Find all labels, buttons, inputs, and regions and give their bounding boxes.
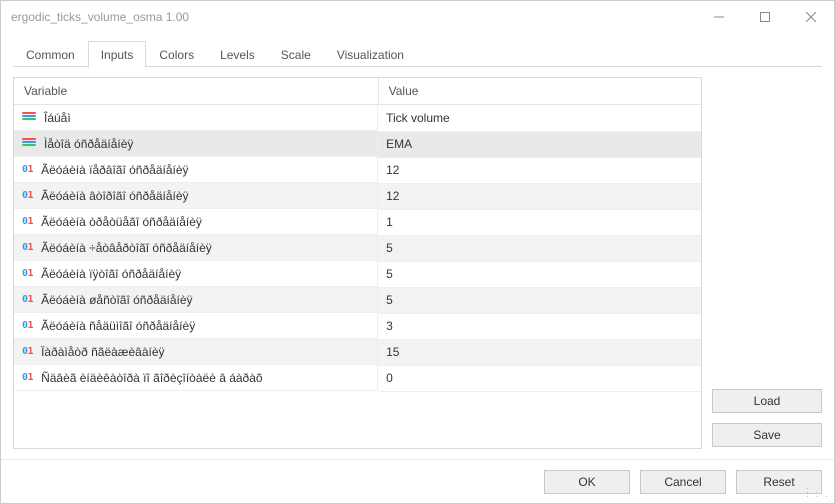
number-icon: 01 bbox=[22, 216, 33, 227]
variable-cell[interactable]: 01 Ãëóáèíà ïÿòîãî óñðåäíåíèÿ bbox=[14, 261, 378, 287]
parameters-table-wrap: Variable Value ÎáúåìTick volumeÌåòîä óñð… bbox=[13, 77, 702, 449]
enum-icon bbox=[22, 112, 36, 124]
table-row[interactable]: 01 Ãëóáèíà øåñòîãî óñðåäíåíèÿ 5 bbox=[14, 287, 701, 313]
enum-icon bbox=[22, 138, 36, 150]
variable-label: Ìåòîä óñðåäíåíèÿ bbox=[44, 137, 133, 151]
client-area: CommonInputsColorsLevelsScaleVisualizati… bbox=[1, 33, 834, 459]
variable-label: Ãëóáèíà ïåðâîãî óñðåäíåíèÿ bbox=[41, 163, 188, 177]
column-header-variable[interactable]: Variable bbox=[14, 78, 378, 105]
variable-label: Ãëóáèíà ÷åòâåðòîãî óñðåäíåíèÿ bbox=[41, 241, 212, 255]
minimize-button[interactable] bbox=[696, 1, 742, 33]
variable-cell[interactable]: 01 Ñäâèã èíäèêàòîðà ïî ãîðèçîíòàëè â áàðà… bbox=[14, 365, 378, 391]
tab-inputs[interactable]: Inputs bbox=[88, 41, 147, 68]
value-cell[interactable]: Tick volume bbox=[378, 105, 701, 132]
variable-cell[interactable]: Îáúåì bbox=[14, 105, 378, 131]
table-row[interactable]: 01 Ïàðàìåòð ñãëàæèâàíèÿ 15 bbox=[14, 339, 701, 365]
side-buttons: Load Save bbox=[712, 77, 822, 449]
table-row[interactable]: 01 Ãëóáèíà ñåäüìîãî óñðåäíåíèÿ 3 bbox=[14, 313, 701, 339]
number-icon: 01 bbox=[22, 242, 33, 253]
window-title: ergodic_ticks_volume_osma 1.00 bbox=[11, 10, 696, 24]
maximize-button[interactable] bbox=[742, 1, 788, 33]
value-cell[interactable]: 12 bbox=[378, 157, 701, 183]
table-row[interactable]: 01 Ãëóáèíà âòîðîãî óñðåäíåíèÿ 12 bbox=[14, 183, 701, 209]
value-cell[interactable]: EMA bbox=[378, 131, 701, 157]
load-button[interactable]: Load bbox=[712, 389, 822, 413]
table-row[interactable]: 01 Ãëóáèíà ÷åòâåðòîãî óñðåäíåíèÿ 5 bbox=[14, 235, 701, 261]
variable-label: Ïàðàìåòð ñãëàæèâàíèÿ bbox=[41, 345, 164, 359]
number-icon: 01 bbox=[22, 268, 33, 279]
close-icon bbox=[806, 12, 816, 22]
variable-label: Ñäâèã èíäèêàòîðà ïî ãîðèçîíòàëè â áàðàõ bbox=[41, 371, 263, 385]
variable-cell[interactable]: 01 Ãëóáèíà øåñòîãî óñðåäíåíèÿ bbox=[14, 287, 378, 313]
variable-label: Ãëóáèíà øåñòîãî óñðåäíåíèÿ bbox=[41, 293, 192, 307]
table-row[interactable]: 01 Ñäâèã èíäèêàòîðà ïî ãîðèçîíòàëè â áàðà… bbox=[14, 365, 701, 391]
tab-common[interactable]: Common bbox=[13, 41, 88, 67]
value-cell[interactable]: 12 bbox=[378, 183, 701, 209]
maximize-icon bbox=[760, 12, 770, 22]
value-cell[interactable]: 3 bbox=[378, 313, 701, 339]
variable-cell[interactable]: 01 Ïàðàìåòð ñãëàæèâàíèÿ bbox=[14, 339, 378, 365]
value-cell[interactable]: 5 bbox=[378, 261, 701, 287]
close-button[interactable] bbox=[788, 1, 834, 33]
variable-label: Îáúåì bbox=[44, 111, 71, 125]
variable-cell[interactable]: 01 Ãëóáèíà ÷åòâåðòîãî óñðåäíåíèÿ bbox=[14, 235, 378, 261]
dialog-footer: OK Cancel Reset bbox=[1, 459, 834, 503]
variable-cell[interactable]: Ìåòîä óñðåäíåíèÿ bbox=[14, 131, 378, 157]
column-header-value[interactable]: Value bbox=[378, 78, 701, 105]
number-icon: 01 bbox=[22, 320, 33, 331]
ok-button[interactable]: OK bbox=[544, 470, 630, 494]
value-cell[interactable]: 15 bbox=[378, 339, 701, 365]
minimize-icon bbox=[714, 12, 724, 22]
tab-scale[interactable]: Scale bbox=[268, 41, 324, 67]
table-row[interactable]: 01 Ãëóáèíà òðåòüåãî óñðåäíåíèÿ 1 bbox=[14, 209, 701, 235]
number-icon: 01 bbox=[22, 190, 33, 201]
variable-label: Ãëóáèíà ïÿòîãî óñðåäíåíèÿ bbox=[41, 267, 181, 281]
number-icon: 01 bbox=[22, 164, 33, 175]
tab-visualization[interactable]: Visualization bbox=[324, 41, 417, 67]
table-row[interactable]: Îáúåì Tick volume bbox=[14, 105, 701, 132]
variable-label: Ãëóáèíà òðåòüåãî óñðåäíåíèÿ bbox=[41, 215, 202, 229]
reset-button[interactable]: Reset bbox=[736, 470, 822, 494]
value-cell[interactable]: 5 bbox=[378, 235, 701, 261]
titlebar[interactable]: ergodic_ticks_volume_osma 1.00 bbox=[1, 1, 834, 33]
variable-cell[interactable]: 01 Ãëóáèíà ñåäüìîãî óñðåäíåíèÿ bbox=[14, 313, 378, 339]
dialog-window: ergodic_ticks_volume_osma 1.00 CommonInp… bbox=[0, 0, 835, 504]
save-button[interactable]: Save bbox=[712, 423, 822, 447]
window-controls bbox=[696, 1, 834, 33]
variable-cell[interactable]: 01 Ãëóáèíà òðåòüåãî óñðåäíåíèÿ bbox=[14, 209, 378, 235]
table-row[interactable]: 01 Ãëóáèíà ïÿòîãî óñðåäíåíèÿ 5 bbox=[14, 261, 701, 287]
value-cell[interactable]: 1 bbox=[378, 209, 701, 235]
tab-colors[interactable]: Colors bbox=[146, 41, 207, 67]
variable-cell[interactable]: 01 Ãëóáèíà ïåðâîãî óñðåäíåíèÿ bbox=[14, 157, 378, 183]
tab-levels[interactable]: Levels bbox=[207, 41, 268, 67]
variable-label: Ãëóáèíà ñåäüìîãî óñðåäíåíèÿ bbox=[41, 319, 195, 333]
table-row[interactable]: Ìåòîä óñðåäíåíèÿ EMA bbox=[14, 131, 701, 157]
cancel-button[interactable]: Cancel bbox=[640, 470, 726, 494]
parameters-table: Variable Value ÎáúåìTick volumeÌåòîä óñð… bbox=[14, 78, 701, 392]
table-row[interactable]: 01 Ãëóáèíà ïåðâîãî óñðåäíåíèÿ 12 bbox=[14, 157, 701, 183]
value-cell[interactable]: 5 bbox=[378, 287, 701, 313]
tab-strip: CommonInputsColorsLevelsScaleVisualizati… bbox=[13, 39, 822, 67]
value-cell[interactable]: 0 bbox=[378, 365, 701, 391]
number-icon: 01 bbox=[22, 372, 33, 383]
variable-label: Ãëóáèíà âòîðîãî óñðåäíåíèÿ bbox=[41, 189, 188, 203]
number-icon: 01 bbox=[22, 346, 33, 357]
inputs-panel: Variable Value ÎáúåìTick volumeÌåòîä óñð… bbox=[13, 77, 822, 449]
variable-cell[interactable]: 01 Ãëóáèíà âòîðîãî óñðåäíåíèÿ bbox=[14, 183, 378, 209]
number-icon: 01 bbox=[22, 294, 33, 305]
